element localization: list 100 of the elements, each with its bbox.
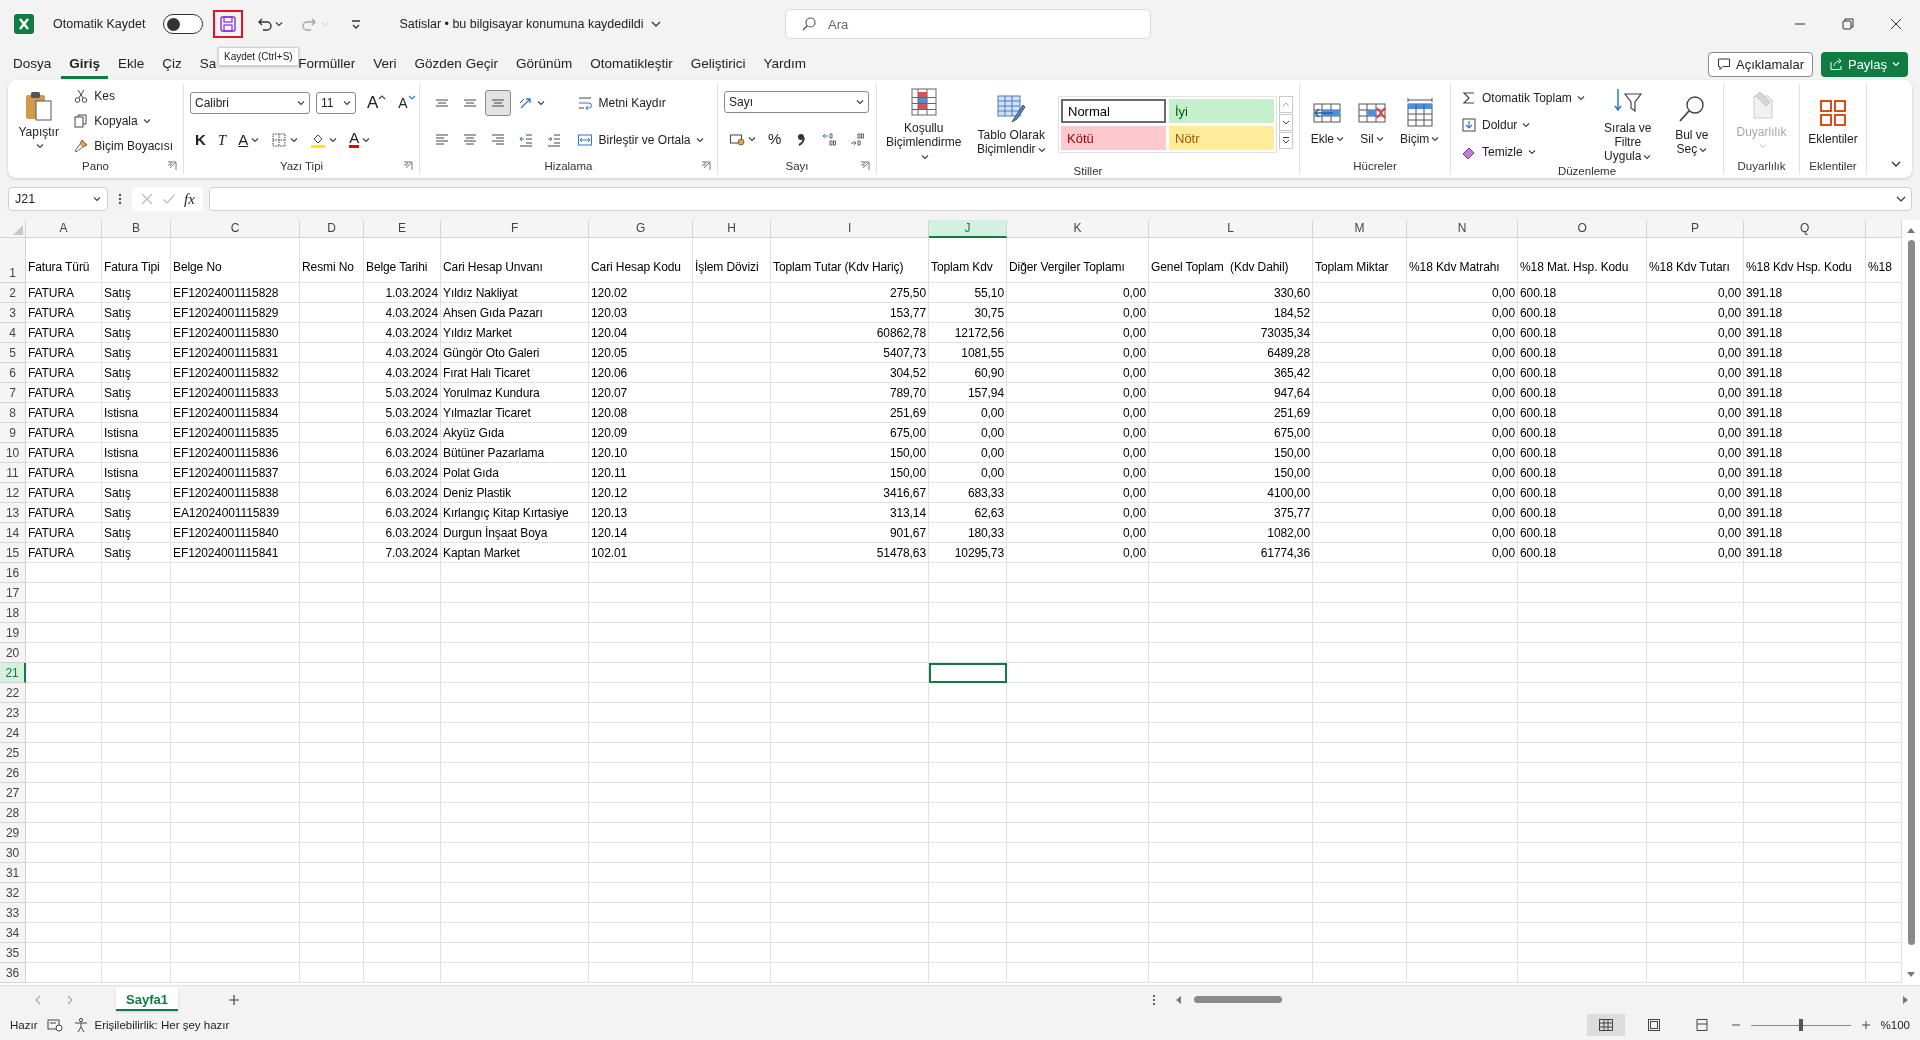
format-as-table-button[interactable]: Tablo Olarak Biçimlendir xyxy=(970,91,1052,158)
menu-tab[interactable]: Görünüm xyxy=(507,49,581,79)
wrap-text-button[interactable]: Metni Kaydır xyxy=(573,90,670,115)
row-number[interactable]: 12 xyxy=(0,483,26,503)
format-painter-button[interactable]: Biçim Boyacısı xyxy=(69,133,177,158)
column-heading[interactable]: Q xyxy=(1744,220,1866,238)
row-number[interactable]: 10 xyxy=(0,443,26,463)
zoom-in-button[interactable] xyxy=(1860,1020,1871,1030)
row-number[interactable]: 26 xyxy=(0,763,26,783)
menu-tab[interactable]: Gözden Geçir xyxy=(406,49,506,79)
accessibility-button[interactable]: Erişilebilirlik: Her şey hazır xyxy=(73,1017,230,1033)
row-number[interactable]: 7 xyxy=(0,383,26,403)
column-heading[interactable]: O xyxy=(1518,220,1647,238)
row-number[interactable]: 14 xyxy=(0,523,26,543)
number-format-field[interactable]: Sayı xyxy=(724,90,869,113)
column-heading[interactable]: A xyxy=(26,220,102,238)
row-number[interactable]: 16 xyxy=(0,563,26,583)
menu-tab[interactable]: Geliştirici xyxy=(682,49,754,79)
dialog-launcher-icon[interactable] xyxy=(701,161,711,171)
vertical-dots-icon[interactable] xyxy=(1152,992,1156,1007)
paste-button[interactable]: Yapıştır xyxy=(14,87,64,155)
merge-center-button[interactable]: Birleştir ve Ortala xyxy=(573,127,708,152)
more-styles-button[interactable] xyxy=(1279,132,1293,149)
dialog-launcher-icon[interactable] xyxy=(167,161,177,171)
row-number[interactable]: 6 xyxy=(0,363,26,383)
active-cell[interactable] xyxy=(929,663,1007,683)
row-number[interactable]: 3 xyxy=(0,303,26,323)
slider-thumb[interactable] xyxy=(1798,1019,1803,1031)
row-number[interactable]: 33 xyxy=(0,903,26,923)
select-all-icon[interactable] xyxy=(13,225,23,235)
column-heading[interactable]: B xyxy=(102,220,171,238)
scrollbar-thumb[interactable] xyxy=(1907,240,1915,945)
row-number[interactable]: 19 xyxy=(0,623,26,643)
document-title[interactable]: Satislar • bu bilgisayar konumuna kaydedildi xyxy=(399,17,662,31)
row-number[interactable]: 25 xyxy=(0,743,26,763)
column-heading[interactable]: I xyxy=(771,220,929,238)
copy-button[interactable]: Kopyala xyxy=(69,109,155,133)
shrink-font-button[interactable]: A xyxy=(393,89,421,116)
column-heading[interactable]: D xyxy=(300,220,364,238)
menu-tab[interactable]: Otomatikleştir xyxy=(582,49,681,79)
scroll-down-button[interactable] xyxy=(1279,114,1293,131)
column-heading[interactable]: N xyxy=(1407,220,1518,238)
row-number[interactable]: 4 xyxy=(0,323,26,343)
sort-filter-button[interactable]: Sırala ve Filtre Uygula xyxy=(1594,84,1661,165)
fill-button[interactable]: Doldur xyxy=(1457,112,1535,137)
autosum-button[interactable]: Otomatik Toplam xyxy=(1457,85,1589,110)
row-number[interactable]: 29 xyxy=(0,823,26,843)
row-number[interactable]: 34 xyxy=(0,923,26,943)
search-field[interactable]: Ara xyxy=(785,9,1151,39)
cut-button[interactable]: Kes xyxy=(69,84,119,109)
column-heading[interactable]: P xyxy=(1647,220,1744,238)
macro-record-button[interactable] xyxy=(47,1018,64,1032)
autosave-toggle[interactable] xyxy=(163,14,204,34)
share-button[interactable]: Paylaş xyxy=(1820,51,1908,77)
percent-button[interactable]: % xyxy=(763,125,787,152)
column-heading[interactable]: K xyxy=(1007,220,1149,238)
delete-button[interactable]: Sil xyxy=(1353,94,1391,148)
zoom-level[interactable]: %100 xyxy=(1880,1019,1910,1031)
sheet-tab[interactable]: Sayfa1 xyxy=(116,988,178,1011)
column-heading[interactable]: M xyxy=(1313,220,1407,238)
view-button[interactable] xyxy=(1586,1014,1625,1036)
add-ins-button[interactable]: Eklentiler xyxy=(1805,94,1861,148)
column-heading[interactable]: E xyxy=(364,220,441,238)
cell-style-swatch[interactable]: İyi xyxy=(1169,99,1274,123)
formula-field[interactable] xyxy=(208,187,1912,211)
bottom-align-button[interactable] xyxy=(485,89,512,116)
row-number[interactable]: 20 xyxy=(0,643,26,663)
row-number[interactable]: 15 xyxy=(0,543,26,563)
menu-tab[interactable]: Ekle xyxy=(110,49,153,79)
menu-tab[interactable]: Veri xyxy=(365,49,405,79)
grow-font-button[interactable]: A xyxy=(362,89,392,116)
dialog-launcher-icon[interactable] xyxy=(403,161,413,171)
format-button[interactable]: Biçim xyxy=(1397,94,1443,148)
row-number[interactable]: 1 xyxy=(0,238,26,283)
row-number[interactable]: 21 xyxy=(0,663,26,683)
row-number[interactable]: 18 xyxy=(0,603,26,623)
font-size-field[interactable]: 11 xyxy=(316,91,356,114)
row-number[interactable]: 5 xyxy=(0,343,26,363)
row-number[interactable]: 11 xyxy=(0,463,26,483)
enter-button[interactable] xyxy=(162,192,176,206)
underline-button[interactable]: A xyxy=(233,126,265,153)
row-number[interactable]: 23 xyxy=(0,703,26,723)
row-number[interactable]: 24 xyxy=(0,723,26,743)
column-heading[interactable]: J xyxy=(929,220,1007,238)
column-heading[interactable]: F xyxy=(441,220,589,238)
row-number[interactable]: 32 xyxy=(0,883,26,903)
comments-button[interactable]: Açıklamalar xyxy=(1708,51,1813,77)
clear-button[interactable]: Temizle xyxy=(1457,139,1540,164)
column-heading[interactable]: H xyxy=(693,220,771,238)
row-number[interactable]: 36 xyxy=(0,963,26,983)
dialog-launcher-icon[interactable] xyxy=(860,161,870,171)
find-select-button[interactable]: Bul ve Seç xyxy=(1666,91,1717,158)
row-number[interactable]: 17 xyxy=(0,583,26,603)
menu-tab[interactable]: Çiz xyxy=(154,49,190,79)
cell-style-swatch[interactable]: Nötr xyxy=(1169,126,1274,150)
bold-button[interactable]: K xyxy=(190,126,211,153)
row-number[interactable]: 28 xyxy=(0,803,26,823)
italic-button[interactable]: T xyxy=(212,126,232,153)
insert-function-button[interactable]: fx xyxy=(184,190,195,208)
save-button[interactable] xyxy=(213,10,244,38)
